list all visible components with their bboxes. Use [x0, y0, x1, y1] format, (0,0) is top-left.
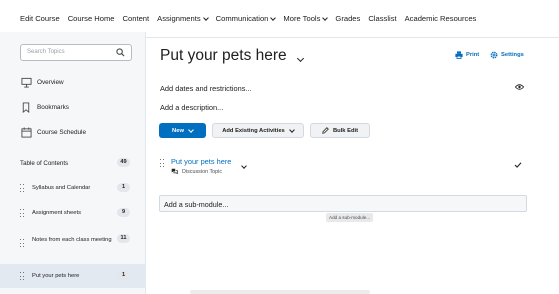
nav-academic-resources[interactable]: Academic Resources	[405, 14, 477, 23]
page-title[interactable]: Put your pets here	[160, 47, 287, 65]
count-badge: 1	[117, 271, 130, 280]
settings-button[interactable]: Settings	[490, 51, 524, 59]
printer-icon	[455, 51, 463, 59]
new-button-label: New	[172, 127, 184, 134]
add-description-link[interactable]: Add a description...	[160, 103, 223, 112]
chevron-down-icon	[188, 126, 194, 133]
drag-handle-icon[interactable]	[20, 239, 25, 248]
nav-more-tools[interactable]: More Tools	[283, 14, 329, 23]
bulk-edit-label: Bulk Edit	[332, 127, 359, 134]
drag-handle-icon[interactable]	[160, 159, 165, 169]
settings-label: Settings	[501, 52, 524, 58]
nav-label: Assignments	[157, 14, 201, 23]
nav-assignments[interactable]: Assignments	[157, 14, 209, 23]
nav-label: More Tools	[283, 14, 321, 23]
topic-row: Put your pets here Discussion Topic	[160, 156, 530, 178]
topic-title-link[interactable]: Put your pets here	[171, 157, 231, 166]
bulk-edit-button[interactable]: Bulk Edit	[310, 123, 370, 138]
nav-classlist[interactable]: Classlist	[368, 14, 396, 23]
module-label: Syllabus and Calendar	[32, 185, 91, 191]
nav-label: Communication	[215, 14, 269, 23]
nav-label: Edit Course	[20, 14, 60, 23]
scrollbar-hint	[190, 290, 370, 294]
chevron-down-icon	[270, 14, 277, 21]
new-button[interactable]: New	[159, 123, 206, 138]
eye-icon[interactable]	[515, 84, 524, 90]
pencil-icon	[322, 127, 329, 134]
count-badge: 11	[117, 234, 130, 243]
topic-type-label: Discussion Topic	[182, 168, 223, 175]
sidebar-module-put-your-pets-here[interactable]: Put your pets here 1	[20, 271, 130, 283]
drag-handle-icon[interactable]	[20, 272, 25, 281]
topic-type: Discussion Topic	[171, 168, 222, 175]
sidebar-link-bookmarks[interactable]: Bookmarks	[20, 101, 69, 113]
sidebar-module-syllabus[interactable]: Syllabus and Calendar 1	[20, 183, 130, 195]
chevron-down-icon	[322, 14, 329, 21]
print-button[interactable]: Print	[455, 51, 479, 59]
module-label: Assignment sheets	[32, 210, 81, 216]
search-topics-input[interactable]: Search Topics	[20, 44, 132, 61]
sidebar-link-label: Course Schedule	[37, 128, 87, 136]
nav-label: Grades	[335, 14, 361, 23]
add-dates-link[interactable]: Add dates and restrictions...	[160, 84, 252, 93]
nav-course-home[interactable]: Course Home	[68, 14, 115, 23]
toc-label: Table of Contents	[20, 160, 69, 167]
add-existing-label: Add Existing Activities	[222, 127, 285, 134]
chevron-down-icon[interactable]	[296, 54, 305, 63]
nav-label: Course Home	[67, 14, 115, 23]
search-icon[interactable]	[116, 48, 125, 57]
sidebar-module-notes[interactable]: Notes from each class meeting 11	[20, 234, 130, 260]
gear-icon	[490, 51, 498, 59]
discussion-icon	[171, 168, 178, 175]
overview-icon	[20, 76, 32, 88]
sidebar-link-course-schedule[interactable]: Course Schedule	[20, 126, 86, 138]
nav-content[interactable]: Content	[123, 14, 150, 23]
count-badge: 49	[117, 158, 130, 167]
submodule-placeholder: Add a sub-module...	[164, 200, 229, 209]
sidebar-link-label: Bookmarks	[37, 103, 69, 111]
tooltip: Add a sub-module...	[326, 213, 374, 222]
nav-communication[interactable]: Communication	[215, 14, 277, 23]
calendar-icon	[20, 126, 32, 138]
sidebar-module-assignment-sheets[interactable]: Assignment sheets 9	[20, 208, 130, 220]
sidebar-link-overview[interactable]: Overview	[20, 76, 64, 88]
check-icon	[514, 162, 522, 168]
nav-label: Classlist	[368, 14, 397, 23]
nav-label: Content	[122, 14, 150, 23]
add-existing-activities-button[interactable]: Add Existing Activities	[212, 123, 304, 138]
add-submodule-input[interactable]: Add a sub-module...	[159, 195, 527, 212]
content-sidebar: Search Topics Overview Bookmarks Course …	[0, 32, 146, 294]
chevron-down-icon[interactable]	[241, 163, 247, 169]
table-of-contents-link[interactable]: Table of Contents 49	[20, 158, 130, 167]
module-label: Notes from each class meeting	[32, 237, 112, 243]
sidebar-link-label: Overview	[37, 78, 64, 86]
count-badge: 1	[117, 183, 130, 192]
nav-grades[interactable]: Grades	[335, 14, 360, 23]
module-main-panel: Put your pets here Print Settings Add da…	[146, 32, 559, 294]
bookmark-icon	[20, 101, 32, 113]
chevron-down-icon	[288, 126, 295, 133]
nav-label: Academic Resources	[404, 14, 477, 23]
module-label: Put your pets here	[32, 273, 80, 279]
print-label: Print	[466, 52, 480, 58]
drag-handle-icon[interactable]	[20, 184, 25, 193]
drag-handle-icon[interactable]	[20, 209, 25, 218]
chevron-down-icon	[202, 14, 209, 21]
search-placeholder: Search Topics	[27, 49, 65, 55]
nav-edit-course[interactable]: Edit Course	[20, 14, 60, 23]
count-badge: 9	[117, 208, 130, 217]
